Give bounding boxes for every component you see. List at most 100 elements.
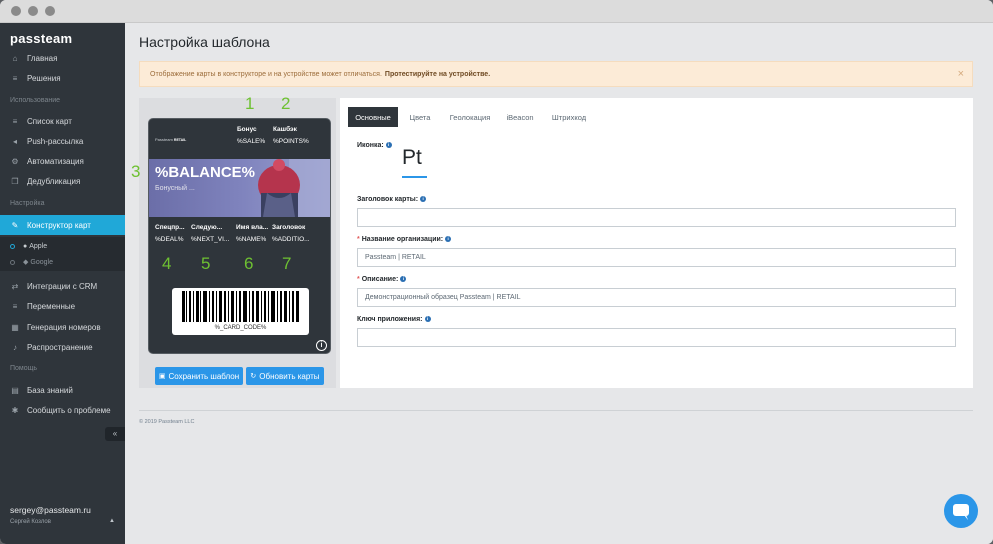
- sidebar-item-label: Переменные: [27, 301, 76, 311]
- page-title: Настройка шаблона: [139, 34, 270, 50]
- card-info-icon[interactable]: i: [316, 340, 327, 351]
- field-number-3: 3: [131, 162, 141, 181]
- section-help: Помощь: [10, 365, 38, 372]
- window-maximize-button[interactable]: [45, 6, 55, 16]
- sidebar-item-solutions[interactable]: ≡ Решения: [0, 68, 125, 88]
- card-preview-panel: 1 2 3 Passteam RETAIL Бонус %SALE% Кашбэ…: [131, 94, 336, 388]
- card-logo: Passteam RETAIL: [155, 137, 186, 142]
- copy-icon: ❐: [11, 176, 19, 186]
- tab-basic[interactable]: Основные: [348, 107, 398, 127]
- card-logo-sub: RETAIL: [173, 138, 187, 142]
- section-settings: Настройка: [10, 200, 45, 207]
- card-title-input[interactable]: [357, 208, 956, 227]
- main-content: Настройка шаблона Отображение карты в ко…: [125, 23, 993, 544]
- balance-value: %BALANCE%: [155, 164, 256, 181]
- sidebar-item-number-gen[interactable]: ▦ Генерация номеров: [0, 317, 125, 337]
- arrows-icon: ⇄: [11, 281, 19, 291]
- window-minimize-button[interactable]: [28, 6, 38, 16]
- list-icon: ≡: [12, 116, 18, 126]
- sidebar-item-card-builder[interactable]: ✎ Конструктор карт: [0, 215, 125, 235]
- user-menu-caret-icon[interactable]: ▲: [109, 518, 115, 524]
- bug-icon: ✱: [11, 405, 19, 415]
- sidebar-item-home[interactable]: ⌂ Главная: [0, 48, 125, 68]
- home-icon: ⌂: [12, 53, 18, 63]
- book-icon: ▤: [11, 385, 19, 395]
- secondary-field-label: Имя вла...: [236, 224, 269, 231]
- field-number-6: 6: [244, 254, 254, 273]
- sidebar-item-card-list[interactable]: ≡ Список карт: [0, 111, 125, 131]
- info-icon[interactable]: i: [420, 196, 427, 202]
- required-mark: *: [357, 276, 360, 283]
- icon-preview-underline: [402, 176, 427, 178]
- user-email[interactable]: sergey@passteam.ru: [10, 505, 91, 515]
- sidebar-item-variables[interactable]: ≡ Переменные: [0, 296, 125, 316]
- secondary-field-value: %ADDITIO...: [272, 236, 310, 243]
- wallet-card-preview[interactable]: Passteam RETAIL Бонус %SALE% Кашбэк %POI…: [148, 118, 331, 354]
- card-title-label-text: Заголовок карты:: [357, 196, 419, 203]
- org-name-input[interactable]: Passteam | RETAIL: [357, 248, 956, 267]
- sidebar-item-push[interactable]: ◂ Push-рассылка: [0, 131, 125, 151]
- field-number-5: 5: [201, 254, 211, 273]
- radio-dot-icon: [10, 244, 15, 249]
- window-close-button[interactable]: [11, 6, 21, 16]
- secondary-field-label: Следую...: [191, 224, 223, 231]
- balance-label: Бонусный ...: [155, 185, 195, 192]
- gear-icon: ⚙: [11, 156, 19, 166]
- app-key-label-text: Ключ приложения:: [357, 316, 423, 323]
- sidebar-item-report[interactable]: ✱ Сообщить о проблеме: [0, 400, 125, 420]
- sidebar-item-label: База знаний: [27, 385, 73, 395]
- required-mark: *: [357, 236, 360, 243]
- tab-ibeacon[interactable]: iBeacon: [500, 107, 540, 127]
- save-template-button[interactable]: ▣ Сохранить шаблон: [155, 367, 243, 385]
- info-icon[interactable]: i: [385, 142, 392, 148]
- secondary-field-value: %DEAL%: [155, 236, 184, 243]
- sub-item-label: Google: [30, 258, 53, 266]
- secondary-field-value: %NAME%: [236, 236, 267, 243]
- grid-icon: ▦: [11, 322, 19, 332]
- tab-geolocation[interactable]: Геолокация: [442, 107, 498, 127]
- sidebar-item-label: Интеграции с CRM: [27, 281, 98, 291]
- sidebar-collapse-button[interactable]: «: [105, 427, 125, 441]
- info-icon[interactable]: i: [400, 276, 407, 282]
- alert-text: Отображение карты в конструкторе и на ус…: [150, 70, 382, 78]
- info-icon[interactable]: i: [424, 316, 431, 322]
- refresh-icon: ↻: [250, 373, 257, 380]
- description-input[interactable]: Демонстрационный образец Passteam | RETA…: [357, 288, 956, 307]
- icon-preview[interactable]: Pt: [402, 146, 422, 170]
- sidebar-item-label: Конструктор карт: [27, 220, 91, 230]
- sidebar: passteam ⌂ Главная ≡ Решения Использован…: [0, 23, 125, 544]
- sidebar-item-crm[interactable]: ⇄ Интеграции с CRM: [0, 276, 125, 296]
- floppy-icon: ▣: [158, 373, 166, 380]
- refresh-cards-button[interactable]: ↻ Обновить карты: [246, 367, 324, 385]
- sidebar-item-dedup[interactable]: ❐ Дедубликация: [0, 171, 125, 191]
- sub-item-google[interactable]: ◆ Google: [10, 258, 53, 266]
- field-number-1: 1: [245, 94, 255, 113]
- icon-field-label-text: Иконка:: [357, 142, 384, 149]
- app-key-label: Ключ приложения: i: [357, 316, 431, 323]
- chat-widget-button[interactable]: [944, 494, 978, 528]
- radio-dot-icon: [10, 259, 15, 265]
- app-window: passteam ⌂ Главная ≡ Решения Использован…: [0, 0, 993, 544]
- org-name-label: * Название организации: i: [357, 236, 452, 243]
- secondary-field-value: %NEXT_VI...: [191, 236, 230, 243]
- header-field-label: Бонус: [237, 126, 257, 133]
- sub-item-apple[interactable]: ● Apple: [10, 243, 47, 250]
- sidebar-item-distribution[interactable]: ♪ Распространение: [0, 337, 125, 357]
- sidebar-item-knowledge[interactable]: ▤ База знаний: [0, 380, 125, 400]
- sidebar-item-label: Главная: [27, 53, 58, 63]
- app-key-input[interactable]: [357, 328, 956, 347]
- card-title-label: Заголовок карты: i: [357, 196, 427, 203]
- user-name: Сергей Козлов: [10, 519, 51, 525]
- sidebar-item-automation[interactable]: ⚙ Автоматизация: [0, 151, 125, 171]
- footer-copyright: © 2019 Passteam LLC: [139, 419, 195, 425]
- settings-form-panel: Основные Цвета Геолокация iBeacon Штрихк…: [340, 98, 973, 388]
- secondary-field-label: Спецпр...: [155, 224, 185, 231]
- info-icon[interactable]: i: [445, 236, 452, 242]
- passteam-logo[interactable]: passteam: [10, 31, 72, 46]
- tab-colors[interactable]: Цвета: [402, 107, 438, 127]
- tab-barcode[interactable]: Штрихкод: [544, 107, 594, 127]
- alert-bold-text: Протестируйте на устройстве.: [384, 70, 491, 78]
- megaphone-icon: ◂: [12, 136, 17, 146]
- alert-close-icon[interactable]: ×: [958, 68, 964, 80]
- save-template-label: Сохранить шаблон: [168, 371, 240, 381]
